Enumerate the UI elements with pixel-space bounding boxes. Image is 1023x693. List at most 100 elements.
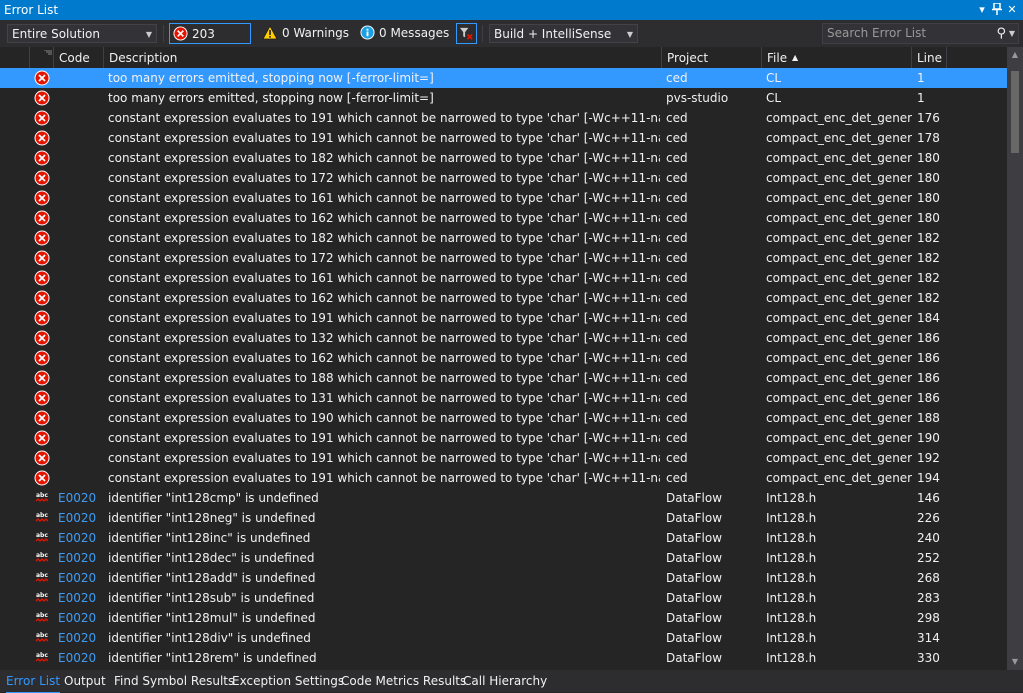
table-row[interactable]: constant expression evaluates to 162 whi… — [0, 208, 1007, 228]
table-row[interactable]: constant expression evaluates to 161 whi… — [0, 268, 1007, 288]
cell-code[interactable] — [58, 108, 106, 128]
cell-code[interactable] — [58, 288, 106, 308]
cell-code[interactable]: E0020 — [58, 488, 106, 508]
table-row[interactable]: too many errors emitted, stopping now [-… — [0, 88, 1007, 108]
table-row[interactable]: constant expression evaluates to 172 whi… — [0, 168, 1007, 188]
vertical-scrollbar[interactable]: ▲ ▼ — [1007, 47, 1023, 670]
cell-code[interactable]: E0020 — [58, 508, 106, 528]
table-row[interactable]: constant expression evaluates to 191 whi… — [0, 468, 1007, 488]
scope-dropdown[interactable]: Entire Solution ▼ — [7, 24, 157, 43]
search-icon[interactable]: ⚲ — [996, 24, 1006, 43]
cell-code[interactable]: E0020 — [58, 628, 106, 648]
cell-code[interactable] — [58, 308, 106, 328]
errors-filter-toggle[interactable]: 203 Errors — [169, 23, 251, 62]
column-header-file[interactable]: File ▲ — [762, 47, 912, 68]
cell-code[interactable]: E0020 — [58, 648, 106, 668]
cell-code[interactable]: E0020 — [58, 568, 106, 588]
cell-code[interactable]: E0020 — [58, 528, 106, 548]
table-row[interactable]: abc E0020 identifier "int128div" is undefi… — [0, 628, 1007, 648]
cell-code[interactable] — [58, 168, 106, 188]
error-icon — [34, 250, 50, 266]
cell-code[interactable] — [58, 368, 106, 388]
cell-file: compact_enc_det_generat... — [766, 191, 912, 205]
table-row[interactable]: constant expression evaluates to 182 whi… — [0, 148, 1007, 168]
cell-code[interactable]: E0020 — [58, 548, 106, 568]
scroll-down-icon[interactable]: ▼ — [1007, 654, 1023, 670]
table-row[interactable]: constant expression evaluates to 162 whi… — [0, 288, 1007, 308]
table-row[interactable]: abc E0020 identifier "int128inc" is undefi… — [0, 528, 1007, 548]
table-row[interactable]: too many errors emitted, stopping now [-… — [0, 68, 1007, 88]
cell-code[interactable] — [58, 148, 106, 168]
cell-code[interactable] — [58, 328, 106, 348]
cell-code[interactable] — [58, 408, 106, 428]
intellisense-error-icon: abc — [35, 591, 49, 605]
table-row[interactable]: abc E0020 identifier "int128rem" is undefi… — [0, 648, 1007, 668]
cell-code[interactable] — [58, 388, 106, 408]
svg-text:abc: abc — [36, 632, 48, 639]
filter-toggle-button[interactable] — [456, 23, 477, 44]
table-row[interactable]: constant expression evaluates to 190 whi… — [0, 408, 1007, 428]
tab-call-hierarchy[interactable]: Call Hierarchy — [463, 670, 547, 692]
scrollbar-thumb[interactable] — [1011, 71, 1019, 153]
tab-output[interactable]: Output — [64, 670, 106, 692]
messages-filter-toggle[interactable]: 0 Messages — [358, 23, 450, 44]
column-header-code[interactable]: Code — [54, 47, 104, 68]
column-options-handle[interactable] — [30, 47, 54, 68]
cell-code[interactable] — [58, 268, 106, 288]
table-row[interactable]: constant expression evaluates to 188 whi… — [0, 368, 1007, 388]
scroll-up-icon[interactable]: ▲ — [1007, 47, 1023, 63]
cell-file: compact_enc_det_generat... — [766, 151, 912, 165]
cell-code[interactable] — [58, 128, 106, 148]
cell-code[interactable] — [58, 68, 106, 88]
cell-code[interactable] — [58, 448, 106, 468]
tab-find-symbol-results[interactable]: Find Symbol Results — [114, 670, 234, 692]
table-row[interactable]: constant expression evaluates to 161 whi… — [0, 188, 1007, 208]
table-row[interactable]: constant expression evaluates to 162 whi… — [0, 348, 1007, 368]
warnings-filter-toggle[interactable]: 0 Warnings — [260, 23, 350, 44]
cell-code[interactable] — [58, 88, 106, 108]
close-icon[interactable]: ✕ — [1005, 3, 1019, 17]
chevron-down-icon[interactable]: ▼ — [1009, 24, 1015, 43]
table-row[interactable]: constant expression evaluates to 191 whi… — [0, 308, 1007, 328]
table-row[interactable]: abc E0020 identifier "int128mul" is undefi… — [0, 608, 1007, 628]
dropdown-icon[interactable]: ▾ — [975, 3, 989, 17]
cell-project: ced — [666, 331, 688, 345]
tab-code-metrics-results[interactable]: Code Metrics Results — [341, 670, 466, 692]
column-header-project[interactable]: Project — [662, 47, 762, 68]
column-header-line[interactable]: Line — [912, 47, 947, 68]
cell-code[interactable] — [58, 468, 106, 488]
cell-code[interactable] — [58, 428, 106, 448]
column-header-description[interactable]: Description — [104, 47, 662, 68]
cell-description: constant expression evaluates to 191 whi… — [108, 311, 660, 325]
tab-exception-settings[interactable]: Exception Settings — [232, 670, 344, 692]
cell-code[interactable] — [58, 228, 106, 248]
cell-code[interactable] — [58, 348, 106, 368]
table-row[interactable]: constant expression evaluates to 131 whi… — [0, 388, 1007, 408]
table-row[interactable]: abc E0020 identifier "int128neg" is undefi… — [0, 508, 1007, 528]
cell-file: compact_enc_det_generat... — [766, 351, 912, 365]
table-row[interactable]: abc E0020 identifier "int128dec" is undefi… — [0, 548, 1007, 568]
table-row[interactable]: abc E0020 identifier "int128add" is undefi… — [0, 568, 1007, 588]
table-row[interactable]: abc E0020 identifier "int128sub" is undefi… — [0, 588, 1007, 608]
cell-code[interactable] — [58, 248, 106, 268]
cell-code[interactable]: E0020 — [58, 608, 106, 628]
cell-code[interactable] — [58, 188, 106, 208]
table-row[interactable]: constant expression evaluates to 172 whi… — [0, 248, 1007, 268]
table-row[interactable]: constant expression evaluates to 191 whi… — [0, 428, 1007, 448]
cell-code[interactable]: E0020 — [58, 588, 106, 608]
table-row[interactable]: constant expression evaluates to 182 whi… — [0, 228, 1007, 248]
cell-line: 298 — [917, 611, 940, 625]
cell-code[interactable] — [58, 208, 106, 228]
cell-description: constant expression evaluates to 172 whi… — [108, 251, 660, 265]
cell-project: ced — [666, 131, 688, 145]
table-row[interactable]: constant expression evaluates to 191 whi… — [0, 128, 1007, 148]
table-row[interactable]: abc E0020 identifier "int128cmp" is undefi… — [0, 488, 1007, 508]
table-row[interactable]: constant expression evaluates to 191 whi… — [0, 448, 1007, 468]
cell-description: constant expression evaluates to 162 whi… — [108, 211, 660, 225]
tab-error-list[interactable]: Error List — [6, 670, 61, 693]
build-filter-dropdown[interactable]: Build + IntelliSense ▼ — [489, 24, 638, 43]
search-error-list-input[interactable]: Search Error List ⚲ ▼ — [822, 23, 1019, 44]
pin-icon[interactable] — [990, 2, 1004, 17]
table-row[interactable]: constant expression evaluates to 132 whi… — [0, 328, 1007, 348]
table-row[interactable]: constant expression evaluates to 191 whi… — [0, 108, 1007, 128]
